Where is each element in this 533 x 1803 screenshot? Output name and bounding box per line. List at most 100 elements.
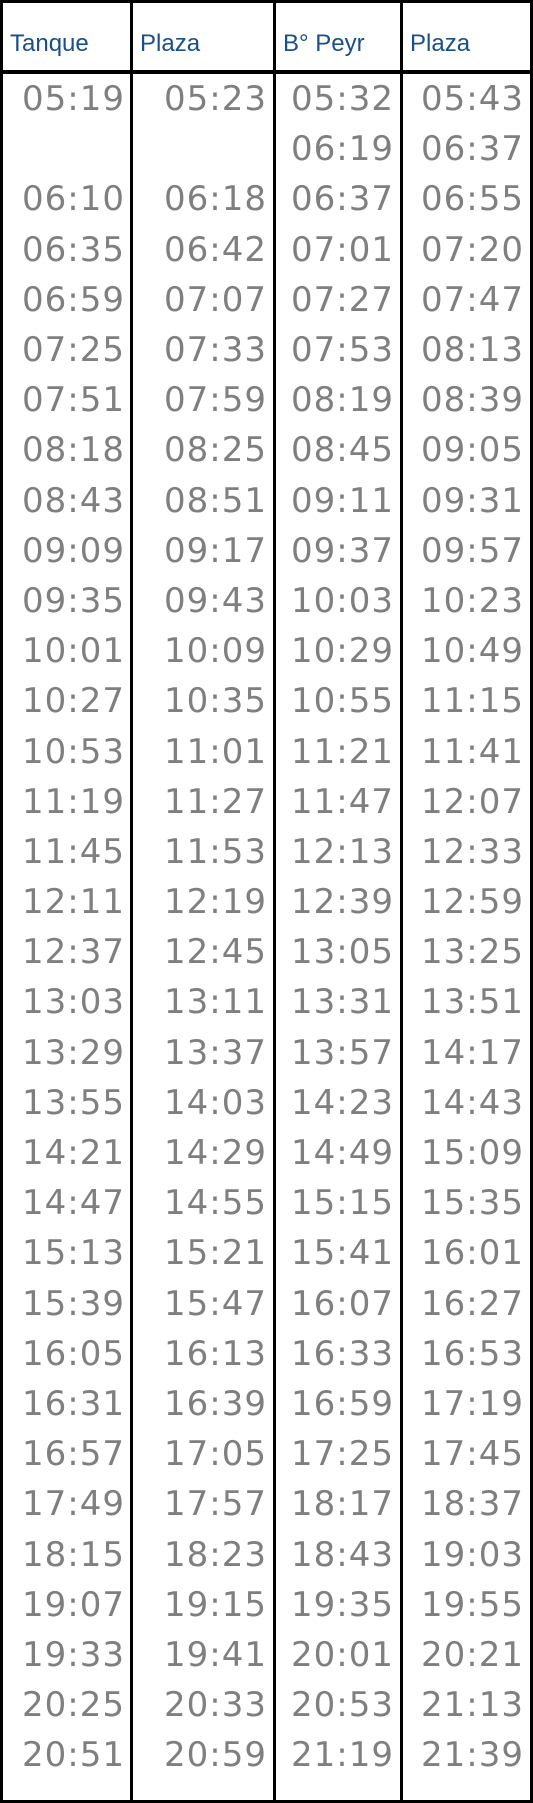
time-cell: 16:59 xyxy=(291,1383,394,1424)
time-cell: 05:32 xyxy=(291,79,394,120)
time-cell: 08:43 xyxy=(22,480,125,521)
time-cell: 05:19 xyxy=(22,79,125,120)
time-cell: 14:43 xyxy=(421,1082,524,1123)
header-b-peyr: B° Peyr xyxy=(276,3,403,70)
time-cell: 10:27 xyxy=(22,681,125,722)
time-cell: 18:23 xyxy=(164,1534,267,1575)
time-cell: 11:47 xyxy=(291,781,394,822)
time-cell xyxy=(133,124,273,174)
time-cell: 09:17 xyxy=(164,530,267,571)
time-cell: 08:45 xyxy=(291,430,394,471)
header-tanque: Tanque xyxy=(3,3,133,70)
time-cell: 17:45 xyxy=(421,1434,524,1475)
time-cell: 15:41 xyxy=(291,1233,394,1274)
column-b-peyr: 05:32 06:19 06:37 07:01 07:27 07:53 08:19 08:45… xyxy=(276,74,403,1800)
time-cell: 11:15 xyxy=(421,681,524,722)
time-cell: 07:47 xyxy=(421,279,524,320)
time-cell: 19:41 xyxy=(164,1634,267,1675)
time-cell: 10:09 xyxy=(164,631,267,672)
time-cell: 20:59 xyxy=(164,1735,267,1776)
time-cell: 12:07 xyxy=(421,781,524,822)
time-cell: 11:45 xyxy=(22,831,125,872)
time-cell: 19:15 xyxy=(164,1584,267,1625)
time-cell: 08:25 xyxy=(164,430,267,471)
time-cell: 18:37 xyxy=(421,1484,524,1525)
time-cell: 10:35 xyxy=(164,681,267,722)
time-cell: 06:59 xyxy=(22,279,125,320)
time-cell: 07:25 xyxy=(22,330,125,371)
time-cell: 13:31 xyxy=(291,982,394,1023)
time-cell: 11:21 xyxy=(291,731,394,772)
time-cell: 20:53 xyxy=(291,1685,394,1726)
time-cell: 06:42 xyxy=(164,229,267,270)
time-cell: 07:33 xyxy=(164,330,267,371)
time-cell: 14:17 xyxy=(421,1032,524,1073)
time-cell: 15:21 xyxy=(164,1233,267,1274)
time-cell: 16:01 xyxy=(421,1233,524,1274)
time-cell: 08:18 xyxy=(22,430,125,471)
time-cell: 17:49 xyxy=(22,1484,125,1525)
time-cell: 15:09 xyxy=(421,1133,524,1174)
time-cell: 06:18 xyxy=(164,179,267,220)
time-cell: 13:03 xyxy=(22,982,125,1023)
time-cell: 08:19 xyxy=(291,380,394,421)
time-cell: 11:01 xyxy=(164,731,267,772)
time-cell: 16:07 xyxy=(291,1283,394,1324)
time-cell: 16:31 xyxy=(22,1383,125,1424)
time-cell: 13:29 xyxy=(22,1032,125,1073)
time-cell: 15:13 xyxy=(22,1233,125,1274)
time-cell: 21:13 xyxy=(421,1685,524,1726)
time-cell: 07:53 xyxy=(291,330,394,371)
time-cell: 09:35 xyxy=(22,580,125,621)
time-cell: 19:03 xyxy=(421,1534,524,1575)
time-cell: 05:23 xyxy=(164,79,267,120)
time-cell: 09:57 xyxy=(421,530,524,571)
time-cell: 17:57 xyxy=(164,1484,267,1525)
time-cell: 12:37 xyxy=(22,932,125,973)
time-cell: 12:59 xyxy=(421,882,524,923)
time-cell: 16:05 xyxy=(22,1333,125,1374)
time-cell: 20:51 xyxy=(22,1735,125,1776)
time-cell: 12:45 xyxy=(164,932,267,973)
time-cell: 12:11 xyxy=(22,882,125,923)
time-cell: 07:01 xyxy=(291,229,394,270)
time-cell: 07:20 xyxy=(421,229,524,270)
column-plaza: 05:23 06:18 06:42 07:07 07:33 07:59 08:25 08:51… xyxy=(133,74,276,1800)
time-cell: 10:53 xyxy=(22,731,125,772)
time-cell: 06:37 xyxy=(291,179,394,220)
time-cell: 06:10 xyxy=(22,179,125,220)
time-cell: 15:15 xyxy=(291,1183,394,1224)
time-cell: 17:05 xyxy=(164,1434,267,1475)
time-cell: 19:55 xyxy=(421,1584,524,1625)
time-cell: 09:11 xyxy=(291,480,394,521)
time-cell: 07:27 xyxy=(291,279,394,320)
time-cell: 16:39 xyxy=(164,1383,267,1424)
time-cell: 15:35 xyxy=(421,1183,524,1224)
time-cell: 13:37 xyxy=(164,1032,267,1073)
time-cell: 20:01 xyxy=(291,1634,394,1675)
bus-timetable: Tanque Plaza B° Peyr Plaza 05:19 06:10 06:… xyxy=(0,0,533,1803)
time-cell: 13:57 xyxy=(291,1032,394,1073)
time-cell: 14:03 xyxy=(164,1082,267,1123)
time-cell: 11:41 xyxy=(421,731,524,772)
time-cell: 21:19 xyxy=(291,1735,394,1776)
time-cell: 13:05 xyxy=(291,932,394,973)
time-cell: 06:55 xyxy=(421,179,524,220)
column-plaza-return: 05:43 06:37 06:55 07:20 07:47 08:13 08:39 09:05… xyxy=(403,74,530,1800)
time-cell: 07:51 xyxy=(22,380,125,421)
timetable-header: Tanque Plaza B° Peyr Plaza xyxy=(3,3,530,74)
time-cell: 09:31 xyxy=(421,480,524,521)
time-cell: 05:43 xyxy=(421,79,524,120)
time-cell: 18:15 xyxy=(22,1534,125,1575)
time-cell: 14:21 xyxy=(22,1133,125,1174)
time-cell: 13:11 xyxy=(164,982,267,1023)
time-cell: 19:07 xyxy=(22,1584,125,1625)
time-cell: 08:39 xyxy=(421,380,524,421)
time-cell: 10:49 xyxy=(421,631,524,672)
time-cell: 06:19 xyxy=(291,129,394,170)
time-cell: 10:03 xyxy=(291,580,394,621)
time-cell: 17:19 xyxy=(421,1383,524,1424)
header-plaza: Plaza xyxy=(133,3,276,70)
time-cell: 06:35 xyxy=(22,229,125,270)
time-cell: 16:53 xyxy=(421,1333,524,1374)
